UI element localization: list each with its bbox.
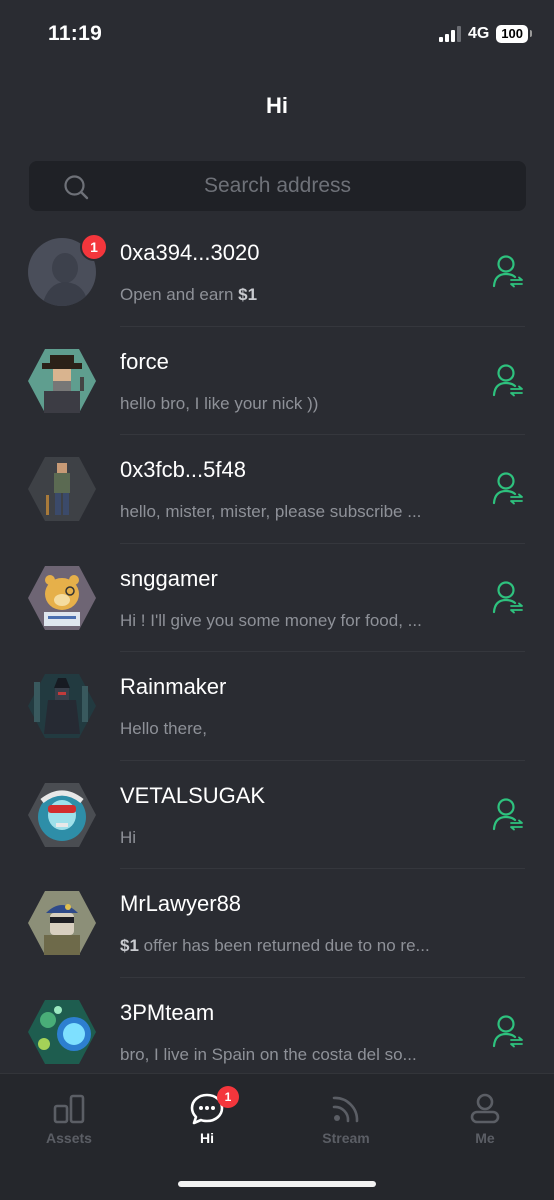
chat-item[interactable]: 3PMteam bro, I live in Spain on the cost… xyxy=(0,978,554,1083)
assets-icon xyxy=(53,1094,85,1124)
chat-item[interactable]: force hello bro, I like your nick )) xyxy=(0,327,554,435)
follow-user-icon[interactable] xyxy=(492,363,524,399)
tab-stream[interactable]: Stream xyxy=(296,1092,396,1146)
chat-name: 0x3fcb...5f48 xyxy=(120,457,246,482)
avatar xyxy=(28,672,96,740)
avatar xyxy=(28,347,96,415)
avatar xyxy=(28,998,96,1066)
chat-item[interactable]: snggamer Hi ! I'll give you some money f… xyxy=(0,544,554,652)
follow-user-icon[interactable] xyxy=(492,797,524,833)
chat-list: 1 0xa394...3020 Open and earn $1 force h… xyxy=(0,218,554,1083)
chat-name: snggamer xyxy=(120,565,218,591)
stream-icon xyxy=(332,1096,359,1123)
tab-hi-badge: 1 xyxy=(217,1086,239,1108)
chat-preview: Open and earn $1 xyxy=(120,285,258,304)
chat-item[interactable]: Rainmaker Hello there, xyxy=(0,652,554,761)
chat-item[interactable]: MrLawyer88 $1 offer has been returned du… xyxy=(0,869,554,978)
chat-name: MrLawyer88 xyxy=(120,891,242,916)
chat-preview: $1 offer has been returned due to no re.… xyxy=(120,936,430,955)
avatar xyxy=(28,455,96,523)
chat-name: 3PMteam xyxy=(120,999,215,1025)
tab-stream-label: Stream xyxy=(322,1130,370,1146)
chat-name: force xyxy=(120,348,169,374)
unread-badge: 1 xyxy=(80,233,108,261)
chat-preview: Hi xyxy=(120,827,137,847)
chat-item[interactable]: VETALSUGAK Hi xyxy=(0,761,554,869)
chat-name: 0xa394...3020 xyxy=(120,240,260,265)
page-title: Hi xyxy=(266,93,288,118)
chat-name: VETALSUGAK xyxy=(120,782,266,808)
search-input[interactable] xyxy=(29,161,526,211)
follow-user-icon[interactable] xyxy=(492,1014,524,1050)
tab-me-label: Me xyxy=(475,1130,495,1146)
tab-me[interactable]: Me xyxy=(435,1092,535,1146)
tab-hi-label: Hi xyxy=(200,1130,214,1146)
follow-user-icon[interactable] xyxy=(492,471,524,507)
avatar xyxy=(28,564,96,632)
chat-item[interactable]: 1 0xa394...3020 Open and earn $1 xyxy=(0,218,554,327)
follow-user-icon[interactable] xyxy=(492,254,524,290)
chat-name: Rainmaker xyxy=(120,674,227,699)
status-bar: 11:19 4G 100 xyxy=(0,0,554,70)
chat-preview: hello bro, I like your nick )) xyxy=(120,393,319,413)
chat-preview: bro, I live in Spain on the costa del so… xyxy=(120,1044,417,1064)
tab-hi[interactable]: 1 Hi xyxy=(157,1086,257,1146)
avatar xyxy=(28,889,96,957)
search-bar[interactable] xyxy=(29,161,526,211)
network-type: 4G xyxy=(467,25,490,42)
status-time: 11:19 xyxy=(48,22,103,45)
profile-icon xyxy=(470,1093,500,1124)
tab-assets-label: Assets xyxy=(46,1130,92,1146)
follow-user-icon[interactable] xyxy=(492,580,524,616)
status-indicators: 4G 100 xyxy=(438,25,532,43)
tab-assets[interactable]: Assets xyxy=(19,1092,119,1146)
chat-preview: Hi ! I'll give you some money for food, … xyxy=(120,610,422,630)
signal-icon xyxy=(438,26,461,42)
chat-preview: Hello there, xyxy=(120,719,207,738)
chat-item[interactable]: 0x3fcb...5f48 hello, mister, mister, ple… xyxy=(0,435,554,544)
battery-icon: 100 xyxy=(496,25,532,43)
chat-preview: hello, mister, mister, please subscribe … xyxy=(120,502,422,521)
avatar xyxy=(28,781,96,849)
home-indicator xyxy=(178,1181,376,1187)
